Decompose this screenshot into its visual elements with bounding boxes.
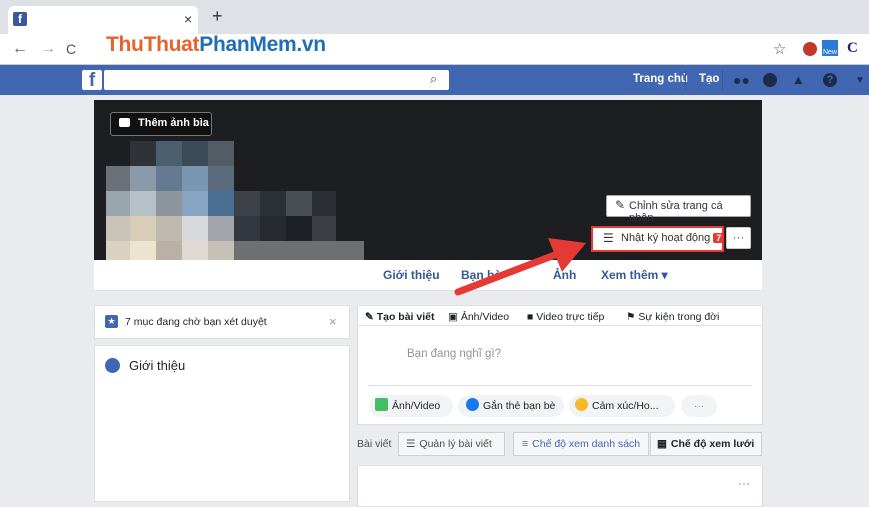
tab-live-video[interactable]: ■ Video trực tiếp bbox=[527, 311, 604, 323]
notifications-icon[interactable]: ▲ bbox=[792, 72, 805, 87]
tab-create-post[interactable]: ✎ Tạo bài viết bbox=[365, 311, 434, 323]
tab-photo-video[interactable]: ▣ Ảnh/Video bbox=[448, 311, 509, 323]
edit-profile-button[interactable]: ✎ Chỉnh sửa trang cá nhân bbox=[606, 195, 751, 224]
more-actions-pill[interactable]: ··· bbox=[681, 395, 717, 417]
posts-label: Bài viết bbox=[357, 438, 392, 450]
help-icon[interactable]: ? bbox=[823, 73, 837, 87]
new-tab-button[interactable]: + bbox=[212, 6, 223, 27]
post-card: ··· bbox=[357, 465, 763, 507]
tag-friends-pill[interactable]: Gắn thẻ bạn bè bbox=[458, 395, 564, 417]
tab-life-event[interactable]: ⚑ Sự kiện trong đời bbox=[626, 311, 719, 323]
tab-photos[interactable]: Ảnh bbox=[553, 268, 576, 282]
emoji-icon bbox=[575, 398, 588, 411]
dismiss-icon[interactable]: × bbox=[329, 314, 337, 329]
manage-posts-button[interactable]: ☰ Quản lý bài viết bbox=[398, 432, 505, 456]
watermark: ThuThuatPhanMem.vn bbox=[106, 33, 326, 56]
list-view-button[interactable]: ≡ Chế độ xem danh sách bbox=[513, 432, 649, 456]
pending-review-notice[interactable]: ★ 7 mục đang chờ bạn xét duyệt × bbox=[94, 305, 350, 339]
messenger-icon[interactable] bbox=[763, 73, 777, 87]
facebook-logo-icon[interactable]: f bbox=[82, 70, 102, 91]
grid-view-icon: ▦ bbox=[657, 438, 667, 450]
tab-close-icon[interactable]: × bbox=[184, 11, 192, 27]
add-cover-photo-button[interactable]: Thêm ảnh bìa bbox=[110, 112, 212, 136]
post-more-icon[interactable]: ··· bbox=[738, 476, 750, 490]
list-view-icon: ≡ bbox=[522, 438, 529, 450]
extension-c-icon[interactable]: C bbox=[847, 40, 858, 57]
tab-about[interactable]: Giới thiệu bbox=[383, 268, 440, 282]
search-icon[interactable]: ⌕ bbox=[430, 71, 437, 87]
pixelated-avatar bbox=[106, 141, 364, 271]
activity-count-badge: 7 bbox=[713, 233, 725, 243]
activity-log-button[interactable]: ☰ Nhật ký hoạt động 7 bbox=[591, 226, 725, 252]
feeling-pill[interactable]: Cảm xúc/Ho... bbox=[569, 395, 675, 417]
facebook-favicon-icon: f bbox=[13, 12, 27, 26]
pencil-icon: ✎ bbox=[615, 198, 626, 212]
adblock-extension-icon[interactable] bbox=[803, 42, 817, 56]
friend-requests-icon[interactable]: ●● bbox=[733, 72, 750, 88]
reload-button[interactable]: C bbox=[66, 41, 76, 57]
whats-on-your-mind-input[interactable]: Bạn đang nghĩ gì? bbox=[407, 348, 501, 360]
create-link[interactable]: Tạo bbox=[699, 73, 719, 85]
tab-more[interactable]: Xem thêm ▾ bbox=[601, 268, 668, 282]
more-options-button[interactable]: ··· bbox=[726, 227, 751, 249]
bookmark-star-icon[interactable]: ☆ bbox=[773, 40, 786, 58]
back-button[interactable]: ← bbox=[12, 40, 28, 58]
grid-view-button[interactable]: ▦ Chế độ xem lưới bbox=[650, 432, 762, 456]
star-badge-icon: ★ bbox=[105, 315, 118, 328]
photo-video-pill[interactable]: Ảnh/Video bbox=[369, 395, 453, 417]
intro-card: Giới thiệu bbox=[94, 345, 350, 502]
globe-icon bbox=[105, 358, 120, 373]
forward-button[interactable]: → bbox=[40, 40, 56, 58]
account-menu-chevron-icon[interactable]: ▼ bbox=[855, 75, 865, 86]
home-link[interactable]: Trang chủ bbox=[633, 73, 688, 85]
photo-icon bbox=[375, 398, 388, 411]
search-input[interactable] bbox=[104, 70, 449, 90]
camera-icon bbox=[119, 118, 130, 127]
tag-friends-icon bbox=[466, 398, 479, 411]
new-extension-icon[interactable]: New bbox=[822, 40, 838, 56]
list-icon: ☰ bbox=[603, 231, 614, 245]
manage-icon: ☰ bbox=[406, 438, 416, 450]
tab-friends[interactable]: Bạn bè bbox=[461, 268, 501, 282]
browser-tab[interactable]: f × bbox=[8, 6, 198, 34]
